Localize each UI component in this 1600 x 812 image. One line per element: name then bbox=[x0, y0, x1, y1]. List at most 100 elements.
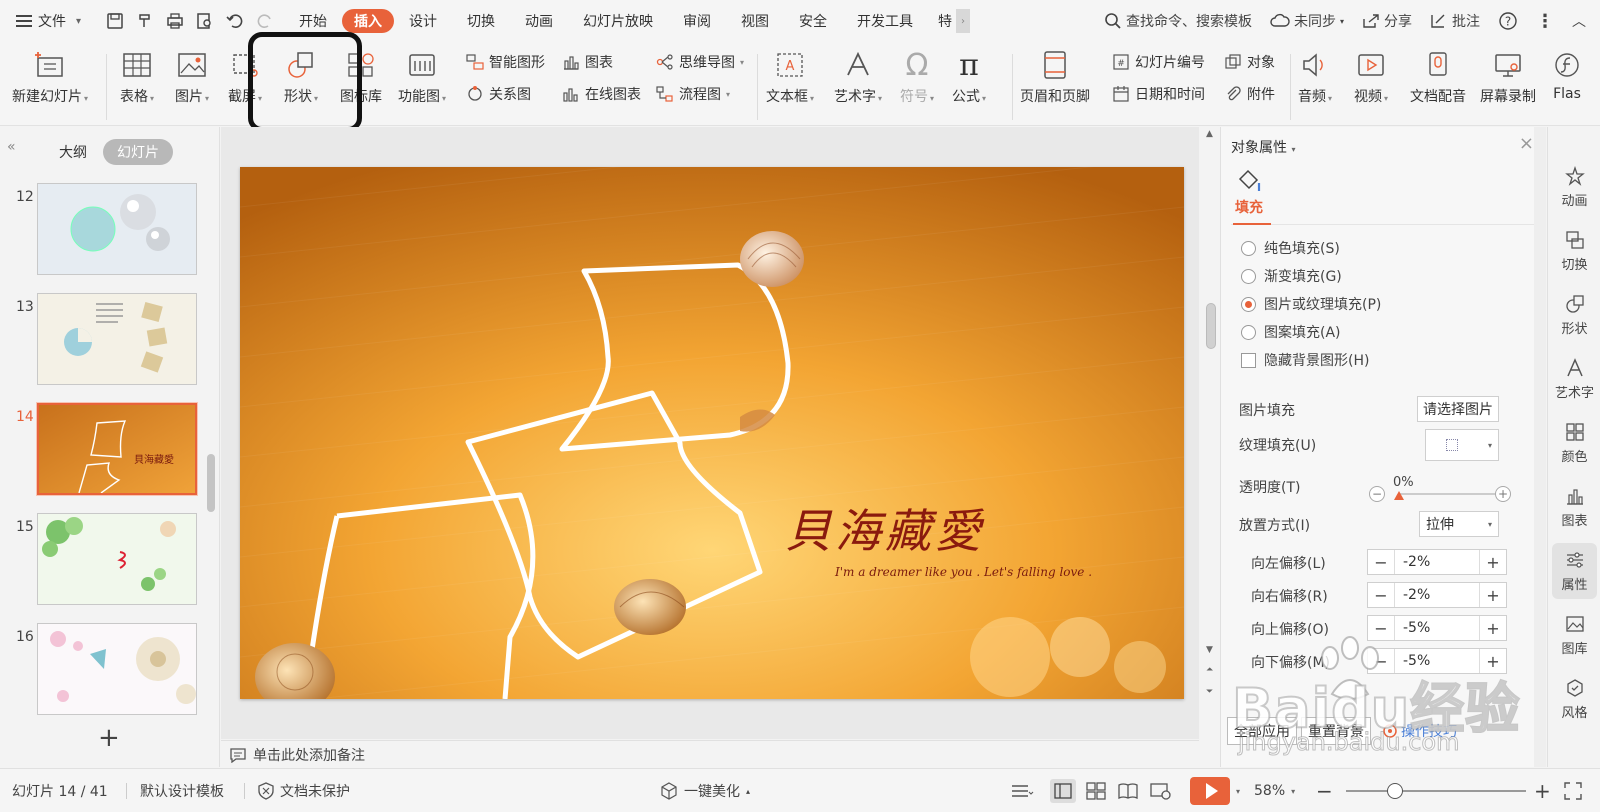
slide-thumbnail-14[interactable]: 14 貝海藏愛 bbox=[0, 403, 200, 495]
plus-icon[interactable]: + bbox=[1480, 652, 1506, 671]
tab-transition[interactable]: 切换 bbox=[452, 9, 510, 33]
radio-button[interactable] bbox=[1241, 240, 1256, 256]
offset-left-stepper[interactable]: − -2% + bbox=[1367, 549, 1507, 575]
tab-view[interactable]: 视图 bbox=[726, 9, 784, 33]
object-button[interactable]: 对象 bbox=[1224, 52, 1275, 72]
plus-icon[interactable]: + bbox=[1480, 619, 1506, 638]
design-template[interactable]: 默认设计模板 bbox=[140, 769, 224, 812]
checkbox[interactable] bbox=[1241, 352, 1256, 368]
current-slide[interactable]: 貝海藏愛 I'm a dreamer like you . Let's fall… bbox=[240, 167, 1184, 699]
undo-icon[interactable] bbox=[224, 10, 246, 32]
offset-right-stepper[interactable]: − -2% + bbox=[1367, 582, 1507, 608]
play-slideshow-button[interactable]: ▾ bbox=[1190, 769, 1240, 812]
sidebar-item-properties[interactable]: 属性 bbox=[1552, 543, 1597, 599]
tab-insert[interactable]: 插入 bbox=[342, 9, 394, 33]
tips-link[interactable]: 操作技巧 bbox=[1383, 721, 1457, 741]
sidebar-item-style[interactable]: 风格 bbox=[1548, 671, 1600, 727]
reading-view-icon[interactable] bbox=[1118, 769, 1138, 812]
print-preview-icon[interactable] bbox=[194, 10, 216, 32]
zoom-track[interactable] bbox=[1346, 783, 1526, 799]
file-menu[interactable]: 文件 ▾ bbox=[0, 0, 104, 42]
hide-background-option[interactable]: 隐藏背景图形(H) bbox=[1241, 350, 1369, 370]
offset-up-value[interactable]: -5% bbox=[1394, 616, 1480, 640]
tab-home[interactable]: 开始 bbox=[284, 9, 342, 33]
offset-left-value[interactable]: -2% bbox=[1394, 550, 1480, 574]
header-footer-button[interactable]: 页眉和页脚 bbox=[1020, 48, 1090, 106]
zoom-knob[interactable] bbox=[1386, 783, 1403, 799]
radio-button[interactable] bbox=[1241, 324, 1256, 340]
slide-sorter-icon[interactable] bbox=[1086, 769, 1106, 812]
next-slide-icon[interactable]: ⏷ bbox=[1206, 687, 1213, 697]
help-icon[interactable]: ? bbox=[1498, 11, 1518, 31]
picture-texture-fill-option[interactable]: 图片或纹理填充(P) bbox=[1241, 294, 1381, 314]
zoom-out-icon[interactable]: − bbox=[1316, 769, 1333, 812]
texture-fill-select[interactable]: ▾ bbox=[1425, 429, 1499, 461]
save-icon[interactable] bbox=[104, 10, 126, 32]
plus-icon[interactable]: + bbox=[1480, 553, 1506, 572]
fit-window-icon[interactable] bbox=[1564, 769, 1582, 812]
placement-select[interactable]: 拉伸 ▾ bbox=[1419, 511, 1499, 537]
tab-design[interactable]: 设计 bbox=[394, 9, 452, 33]
function-chart-button[interactable]: 功能图 ▾ bbox=[398, 48, 446, 106]
offset-right-value[interactable]: -2% bbox=[1394, 583, 1480, 607]
scroll-thumb[interactable] bbox=[1206, 303, 1216, 349]
radio-button[interactable] bbox=[1241, 268, 1256, 284]
zoom-in-icon[interactable]: + bbox=[1534, 769, 1551, 812]
slide-thumbnail-15[interactable]: 15 bbox=[0, 513, 200, 605]
sidebar-item-transition[interactable]: 切换 bbox=[1548, 223, 1600, 279]
tab-outline[interactable]: 大纲 bbox=[45, 139, 101, 165]
symbol-button[interactable]: Ω 符号 ▾ bbox=[900, 48, 934, 106]
zoom-slider[interactable] bbox=[1346, 769, 1526, 812]
slide-thumbnail-16[interactable]: 16 bbox=[0, 623, 200, 715]
formula-button[interactable]: π 公式 ▾ bbox=[952, 48, 986, 106]
audio-button[interactable]: 音频 ▾ bbox=[1298, 48, 1332, 106]
minus-icon[interactable]: − bbox=[1369, 486, 1385, 502]
chart-button[interactable]: 图表 bbox=[562, 52, 613, 72]
offset-up-stepper[interactable]: − -5% + bbox=[1367, 615, 1507, 641]
apply-all-button[interactable]: 全部应用 bbox=[1227, 717, 1297, 745]
slider-knob[interactable] bbox=[1394, 491, 1404, 500]
plus-icon[interactable]: + bbox=[1495, 486, 1511, 502]
doc-dubbing-button[interactable]: 文档配音 bbox=[1410, 48, 1466, 106]
picture-button[interactable]: 图片 ▾ bbox=[175, 48, 209, 106]
sync-status[interactable]: 未同步 ▾ bbox=[1270, 11, 1344, 31]
tab-review[interactable]: 审阅 bbox=[668, 9, 726, 33]
tab-animation[interactable]: 动画 bbox=[510, 9, 568, 33]
annotate-button[interactable]: 批注 bbox=[1430, 11, 1480, 31]
solid-fill-option[interactable]: 纯色填充(S) bbox=[1241, 238, 1340, 258]
notes-toggle-icon[interactable] bbox=[1010, 769, 1034, 812]
presenter-view-icon[interactable] bbox=[1150, 769, 1172, 812]
canvas-scrollbar[interactable]: ▲ ▼ ⏶ ⏷ bbox=[1203, 127, 1219, 739]
collapse-ribbon-icon[interactable]: ︿ bbox=[1572, 11, 1586, 31]
prev-slide-icon[interactable]: ⏶ bbox=[1206, 665, 1213, 675]
relation-chart-button[interactable]: 关系图 bbox=[466, 84, 531, 104]
scroll-down-icon[interactable]: ▼ bbox=[1206, 645, 1213, 655]
mind-map-button[interactable]: 思维导图 ▾ bbox=[656, 52, 744, 72]
tab-slideshow[interactable]: 幻灯片放映 bbox=[568, 9, 668, 33]
offset-down-value[interactable]: -5% bbox=[1394, 649, 1480, 673]
wordart-button[interactable]: 艺术字 ▾ bbox=[834, 48, 882, 106]
transparency-slider[interactable]: − 0% + bbox=[1369, 475, 1511, 502]
screen-record-button[interactable]: 屏幕录制 bbox=[1480, 48, 1536, 106]
gradient-fill-option[interactable]: 渐变填充(G) bbox=[1241, 266, 1342, 286]
sidebar-item-wordart[interactable]: 艺术字 bbox=[1548, 351, 1600, 407]
normal-view-icon[interactable] bbox=[1050, 769, 1076, 812]
minus-icon[interactable]: − bbox=[1368, 553, 1394, 572]
sidebar-item-shape[interactable]: 形状 bbox=[1548, 287, 1600, 343]
minus-icon[interactable]: − bbox=[1368, 652, 1394, 671]
reset-background-button[interactable]: 重置背景 bbox=[1301, 717, 1371, 745]
minus-icon[interactable]: − bbox=[1368, 586, 1394, 605]
tabs-scroll-right-icon[interactable]: › bbox=[956, 9, 970, 33]
flowchart-button[interactable]: 流程图 ▾ bbox=[656, 84, 730, 104]
collapse-panel-icon[interactable]: « bbox=[7, 139, 16, 155]
slide-title[interactable]: 貝海藏愛 bbox=[785, 495, 985, 561]
panel-scrollbar[interactable] bbox=[207, 454, 215, 512]
more-icon[interactable]: ⋮ bbox=[1536, 11, 1554, 32]
command-search[interactable]: 查找命令、搜索模板 bbox=[1104, 11, 1252, 31]
video-button[interactable]: 视频 ▾ bbox=[1354, 48, 1388, 106]
document-protection[interactable]: 文档未保护 bbox=[258, 769, 350, 812]
notes-area[interactable]: 单击此处添加备注 bbox=[221, 740, 1199, 768]
new-slide-button[interactable]: 新建幻灯片 ▾ bbox=[12, 48, 88, 106]
properties-title[interactable]: 对象属性 ▾ bbox=[1231, 137, 1295, 157]
online-chart-button[interactable]: 在线图表 bbox=[562, 84, 641, 104]
